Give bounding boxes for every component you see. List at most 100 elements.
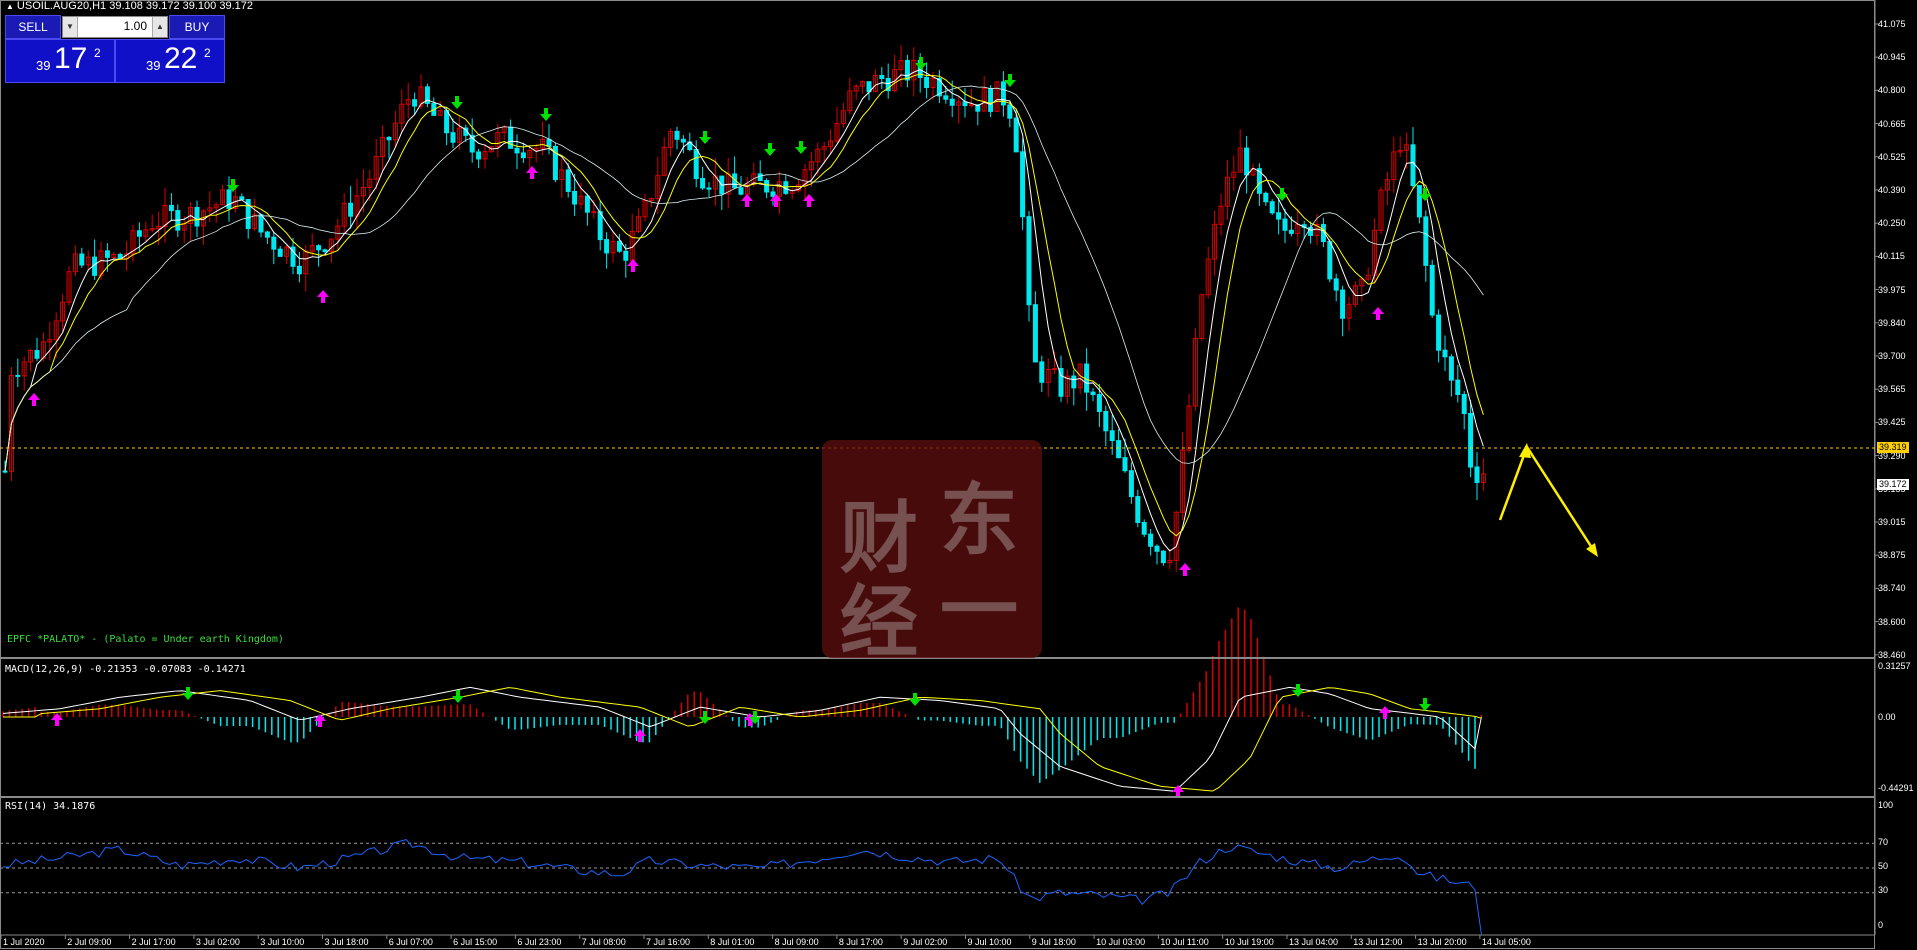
- time-axis-label: 8 Jul 09:00: [774, 937, 819, 947]
- triangle-icon: ▲: [6, 2, 14, 11]
- sell-price-box[interactable]: 39 17 2: [5, 39, 115, 83]
- candle-body: [168, 204, 174, 212]
- sell-price-prefix: 39: [36, 58, 51, 73]
- candle-body: [258, 214, 264, 233]
- candle-body: [1026, 216, 1032, 306]
- candle-body: [764, 180, 770, 193]
- time-axis-label: 14 Jul 05:00: [1481, 937, 1531, 947]
- candle-body: [572, 190, 578, 205]
- candle-body: [1282, 218, 1288, 231]
- lot-size-input[interactable]: ▼ 1.00 ▲: [62, 16, 168, 38]
- rsi-label: RSI(14) 34.1876: [5, 801, 96, 812]
- lot-value[interactable]: 1.00: [124, 19, 147, 33]
- candle-body: [444, 110, 450, 134]
- candle-body: [1141, 521, 1147, 535]
- candle-body: [194, 206, 200, 227]
- buy-arrow-icon: [1372, 307, 1384, 320]
- candle-body: [386, 136, 392, 141]
- sell-arrow-icon: [540, 108, 552, 121]
- buy-arrow-icon: [28, 393, 40, 406]
- candle-body: [1276, 212, 1282, 220]
- candle-body: [706, 187, 712, 190]
- candle-body: [1039, 361, 1045, 383]
- buy-arrow-icon: [1379, 706, 1391, 719]
- candle-body: [693, 149, 699, 180]
- sell-arrow-icon: [451, 96, 463, 109]
- candle-body: [1288, 229, 1294, 234]
- price-axis-label: 40.665: [1878, 118, 1906, 129]
- moving-average-line: [4, 73, 1484, 537]
- time-axis-label: 10 Jul 03:00: [1096, 937, 1146, 947]
- candle-body: [450, 132, 456, 143]
- candle-body: [104, 250, 110, 258]
- candle-body: [1410, 144, 1416, 187]
- sell-arrow-icon: [182, 687, 194, 700]
- candle-body: [1013, 117, 1019, 153]
- candle-body: [949, 98, 955, 106]
- buy-arrow-icon: [314, 714, 326, 727]
- macd-signal-line: [3, 687, 1482, 792]
- buy-arrow-icon: [526, 166, 538, 179]
- watermark-seal: 东 财 一 经: [822, 440, 1042, 668]
- sell-arrow-icon: [452, 690, 464, 703]
- buy-arrow-icon: [1179, 563, 1191, 576]
- candle-body: [1269, 201, 1275, 214]
- candle-body: [136, 230, 142, 237]
- candle-body: [514, 147, 520, 154]
- candle-body: [623, 250, 629, 261]
- time-axis-label: 9 Jul 02:00: [903, 937, 948, 947]
- candle-body: [1109, 430, 1115, 442]
- sell-button[interactable]: SELL: [5, 15, 61, 39]
- price-axis-label: 38.600: [1878, 616, 1906, 627]
- price-axis-label: 39.975: [1878, 284, 1906, 295]
- candle-body: [34, 350, 40, 359]
- candle-body: [700, 178, 706, 189]
- candle-body: [770, 191, 776, 197]
- watermark-char: 经: [840, 577, 919, 668]
- buy-arrow-icon: [317, 290, 329, 303]
- time-axis-label: 3 Jul 10:00: [260, 937, 305, 947]
- candle-body: [1084, 363, 1090, 393]
- time-axis-label: 7 Jul 16:00: [646, 937, 691, 947]
- time-axis-label: 9 Jul 10:00: [967, 937, 1012, 947]
- sell-arrow-icon: [1419, 698, 1431, 711]
- price-axis-label: 39.840: [1878, 317, 1906, 328]
- sell-price-sup: 2: [94, 46, 101, 60]
- candle-body: [1032, 304, 1038, 363]
- lot-decrease-icon[interactable]: ▼: [63, 17, 78, 37]
- time-axis-label: 7 Jul 08:00: [581, 937, 626, 947]
- candle-body: [1128, 470, 1134, 498]
- candle-body: [565, 169, 571, 192]
- time-axis-label: 13 Jul 20:00: [1417, 937, 1467, 947]
- time-axis-label: 2 Jul 17:00: [131, 937, 176, 947]
- candle-body: [680, 138, 686, 143]
- candle-body: [1448, 356, 1454, 381]
- candle-body: [1442, 349, 1448, 358]
- candle-body: [1436, 314, 1442, 351]
- time-axis-label: 8 Jul 17:00: [838, 937, 883, 947]
- candle-body: [591, 211, 597, 214]
- candle-body: [738, 187, 744, 195]
- candle-body: [239, 196, 245, 201]
- candle-body: [79, 253, 85, 266]
- sell-arrow-icon: [795, 141, 807, 154]
- candle-body: [904, 59, 910, 81]
- candle-body: [757, 173, 763, 182]
- buy-price-box[interactable]: 39 22 2: [115, 39, 225, 83]
- macd-label: MACD(12,26,9) -0.21353 -0.07083 -0.14271: [5, 664, 246, 675]
- buy-button[interactable]: BUY: [169, 15, 225, 39]
- rsi-axis-label: 70: [1878, 837, 1889, 847]
- projection-down-arrow: [1525, 446, 1596, 552]
- time-axis-label: 6 Jul 23:00: [517, 937, 562, 947]
- candle-body: [1154, 545, 1160, 552]
- price-axis-label: 40.800: [1878, 85, 1906, 96]
- moving-average-line: [4, 85, 1484, 472]
- candle-body: [1122, 457, 1128, 472]
- price-axis-label: 39.565: [1878, 384, 1906, 395]
- lot-increase-icon[interactable]: ▲: [152, 17, 167, 37]
- macd-axis-label: -0.44291: [1878, 783, 1914, 793]
- moving-average-line: [4, 69, 1484, 552]
- candle-body: [968, 104, 974, 107]
- candle-body: [277, 248, 283, 257]
- time-axis-label: 3 Jul 02:00: [195, 937, 240, 947]
